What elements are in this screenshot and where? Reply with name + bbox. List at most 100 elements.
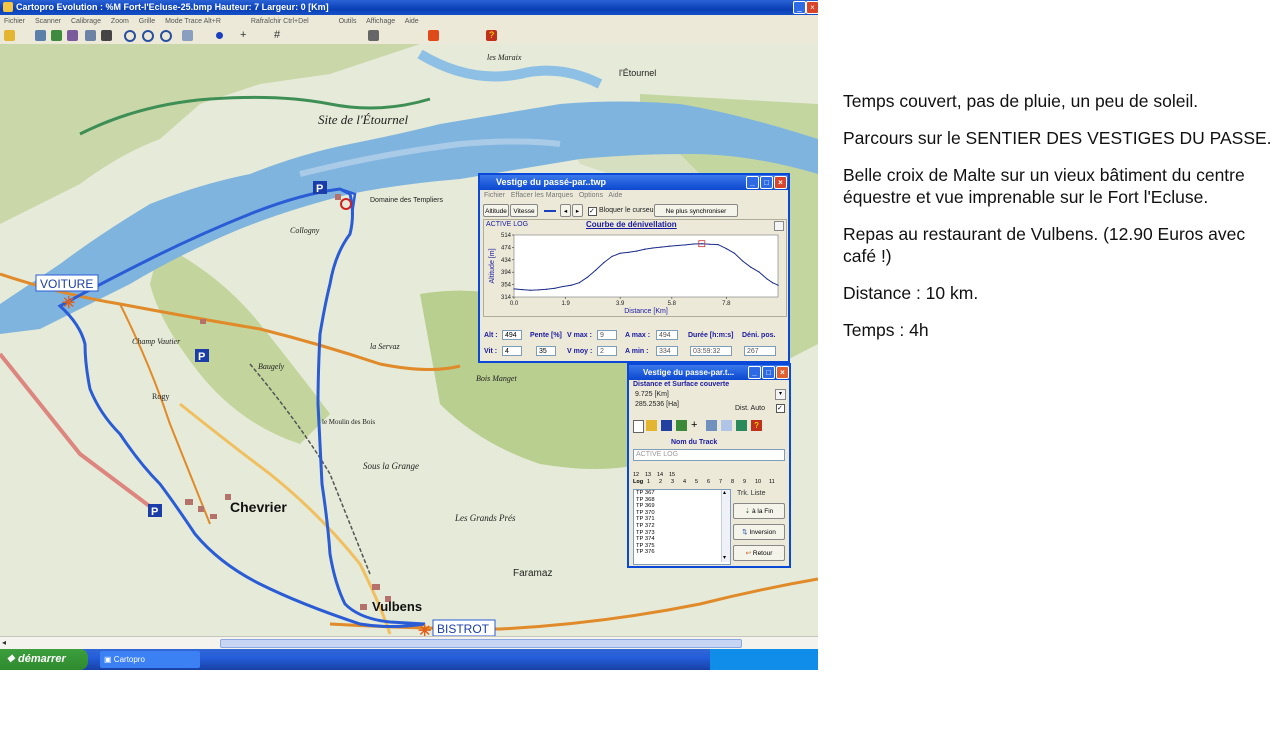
crosshair-icon[interactable]: + <box>240 30 251 41</box>
scroll-left-arrow[interactable]: ◂ <box>2 638 6 647</box>
maximize-button[interactable]: □ <box>760 176 773 189</box>
help-icon[interactable]: ? <box>751 420 762 431</box>
list-item[interactable]: TP 371 <box>636 516 730 523</box>
list-item[interactable]: TP 372 <box>636 523 730 530</box>
minimize-button[interactable]: _ <box>746 176 759 189</box>
tab-2[interactable]: 2 <box>659 479 662 485</box>
close-button[interactable]: × <box>774 176 787 189</box>
grid2-icon[interactable]: # <box>274 30 285 41</box>
list-item[interactable]: TP 370 <box>636 510 730 517</box>
list-item[interactable]: TP 367 <box>636 490 730 497</box>
grid-icon[interactable] <box>101 30 112 41</box>
dist-auto-checkbox[interactable]: ✓ <box>776 404 785 413</box>
point-icon[interactable] <box>216 32 223 39</box>
open-icon[interactable] <box>4 30 15 41</box>
tab-5[interactable]: 5 <box>695 479 698 485</box>
crosshair-icon[interactable]: + <box>691 420 697 431</box>
line-icon[interactable] <box>544 210 556 212</box>
menu-aide[interactable]: Aide <box>608 192 622 199</box>
scroll-down-arrow[interactable]: ▾ <box>723 555 726 562</box>
trace-icon[interactable] <box>67 30 78 41</box>
sync-button[interactable]: Ne plus synchroniser <box>654 204 738 217</box>
system-tray[interactable] <box>710 649 818 670</box>
help-icon[interactable]: ? <box>486 30 497 41</box>
wave-icon[interactable] <box>721 420 732 431</box>
tab-9[interactable]: 9 <box>743 479 746 485</box>
route-icon[interactable] <box>182 30 193 41</box>
list-scrollbar[interactable]: ▴ ▾ <box>721 490 730 562</box>
vitesse-button[interactable]: Vitesse <box>510 204 538 217</box>
list-item[interactable]: TP 369 <box>636 503 730 510</box>
title-bar[interactable]: Cartopro Evolution : %M Fort-l'Ecluse-25… <box>0 0 818 15</box>
maximize-button[interactable]: □ <box>762 366 775 379</box>
menu-calibrage[interactable]: Calibrage <box>71 18 101 25</box>
vit-field[interactable]: 4 <box>502 346 522 356</box>
next-button[interactable]: ▸ <box>572 204 583 217</box>
gps-icon[interactable] <box>676 420 687 431</box>
taskbar-item-cartopro[interactable]: ▣ Cartopro <box>100 651 200 668</box>
alt-field[interactable]: 494 <box>502 330 522 340</box>
tab-6[interactable]: 6 <box>707 479 710 485</box>
list-item[interactable]: TP 374 <box>636 536 730 543</box>
duree-field[interactable]: 03:59:32 <box>690 346 732 356</box>
list-item[interactable]: TP 368 <box>636 497 730 504</box>
tab-14[interactable]: 14 <box>657 472 663 478</box>
list-item[interactable]: TP 375 <box>636 543 730 550</box>
minimize-button[interactable]: _ <box>793 1 806 14</box>
minimize-button[interactable]: _ <box>748 366 761 379</box>
tab-13[interactable]: 13 <box>645 472 651 478</box>
menu-outils[interactable]: Outils <box>339 18 357 25</box>
list-item[interactable]: TP 376 <box>636 549 730 556</box>
walker-icon[interactable] <box>736 420 747 431</box>
scroll-thumb[interactable] <box>220 639 742 648</box>
vmoy-field[interactable]: 2 <box>597 346 617 356</box>
menu-aide[interactable]: Aide <box>405 18 419 25</box>
tab-log[interactable]: Log <box>633 479 643 485</box>
zoom-out-icon[interactable] <box>142 30 154 42</box>
menu-fichier[interactable]: Fichier <box>4 18 25 25</box>
menu-mode-trace[interactable]: Mode Trace Alt+R <box>165 18 221 25</box>
menu-rafraichir[interactable]: Rafraîchir Ctrl+Del <box>251 18 309 25</box>
a-la-fin-button[interactable]: ⇣ à la Fin <box>733 503 785 519</box>
menu-zoom[interactable]: Zoom <box>111 18 129 25</box>
zoom-in-icon[interactable] <box>124 30 136 42</box>
track-point-list[interactable]: TP 367 TP 368 TP 369 TP 370 TP 371 TP 37… <box>633 489 731 565</box>
altitude-button[interactable]: Altitude <box>483 204 509 217</box>
menu-fichier[interactable]: Fichier <box>484 192 505 199</box>
calibrate-icon[interactable] <box>51 30 62 41</box>
elevation-title-bar[interactable]: Vestige du passé-par..twp _ □ × <box>480 175 788 190</box>
flag-icon[interactable] <box>428 30 439 41</box>
amin-field[interactable]: 334 <box>656 346 678 356</box>
zoom-fit-icon[interactable] <box>160 30 172 42</box>
track-title-bar[interactable]: Vestige du passe-par.t... _ □ × <box>629 365 789 380</box>
dist-dropdown[interactable]: ▾ <box>775 389 786 400</box>
scroll-up-arrow[interactable]: ▴ <box>723 490 726 497</box>
deni-field[interactable]: 267 <box>744 346 776 356</box>
tab-7[interactable]: 7 <box>719 479 722 485</box>
menu-affichage[interactable]: Affichage <box>366 18 395 25</box>
open-icon[interactable] <box>646 420 657 431</box>
close-button[interactable]: × <box>806 1 818 14</box>
tab-11[interactable]: 11 <box>769 479 775 485</box>
tab-12[interactable]: 12 <box>633 472 639 478</box>
tab-15[interactable]: 15 <box>669 472 675 478</box>
prev-button[interactable]: ◂ <box>560 204 571 217</box>
pente-field[interactable]: 35 <box>536 346 556 356</box>
menu-options[interactable]: Options <box>579 192 603 199</box>
tab-4[interactable]: 4 <box>683 479 686 485</box>
filter-icon[interactable] <box>706 420 717 431</box>
track-name-field[interactable]: ACTIVE LOG <box>633 449 785 461</box>
tab-3[interactable]: 3 <box>671 479 674 485</box>
close-button[interactable]: × <box>776 366 789 379</box>
bloquer-checkbox[interactable]: ✓ <box>588 207 597 216</box>
vmax-field[interactable]: 9 <box>597 330 617 340</box>
menu-grille[interactable]: Grille <box>139 18 155 25</box>
tab-10[interactable]: 10 <box>755 479 761 485</box>
amax-field[interactable]: 494 <box>656 330 678 340</box>
window-icon[interactable] <box>85 30 96 41</box>
print-icon[interactable] <box>368 30 379 41</box>
menu-effacer[interactable]: Effacer les Marques <box>511 192 573 199</box>
retour-button[interactable]: ↩ Retour <box>733 545 785 561</box>
tab-1[interactable]: 1 <box>647 479 650 485</box>
horizontal-scrollbar[interactable]: ◂ <box>0 636 818 649</box>
